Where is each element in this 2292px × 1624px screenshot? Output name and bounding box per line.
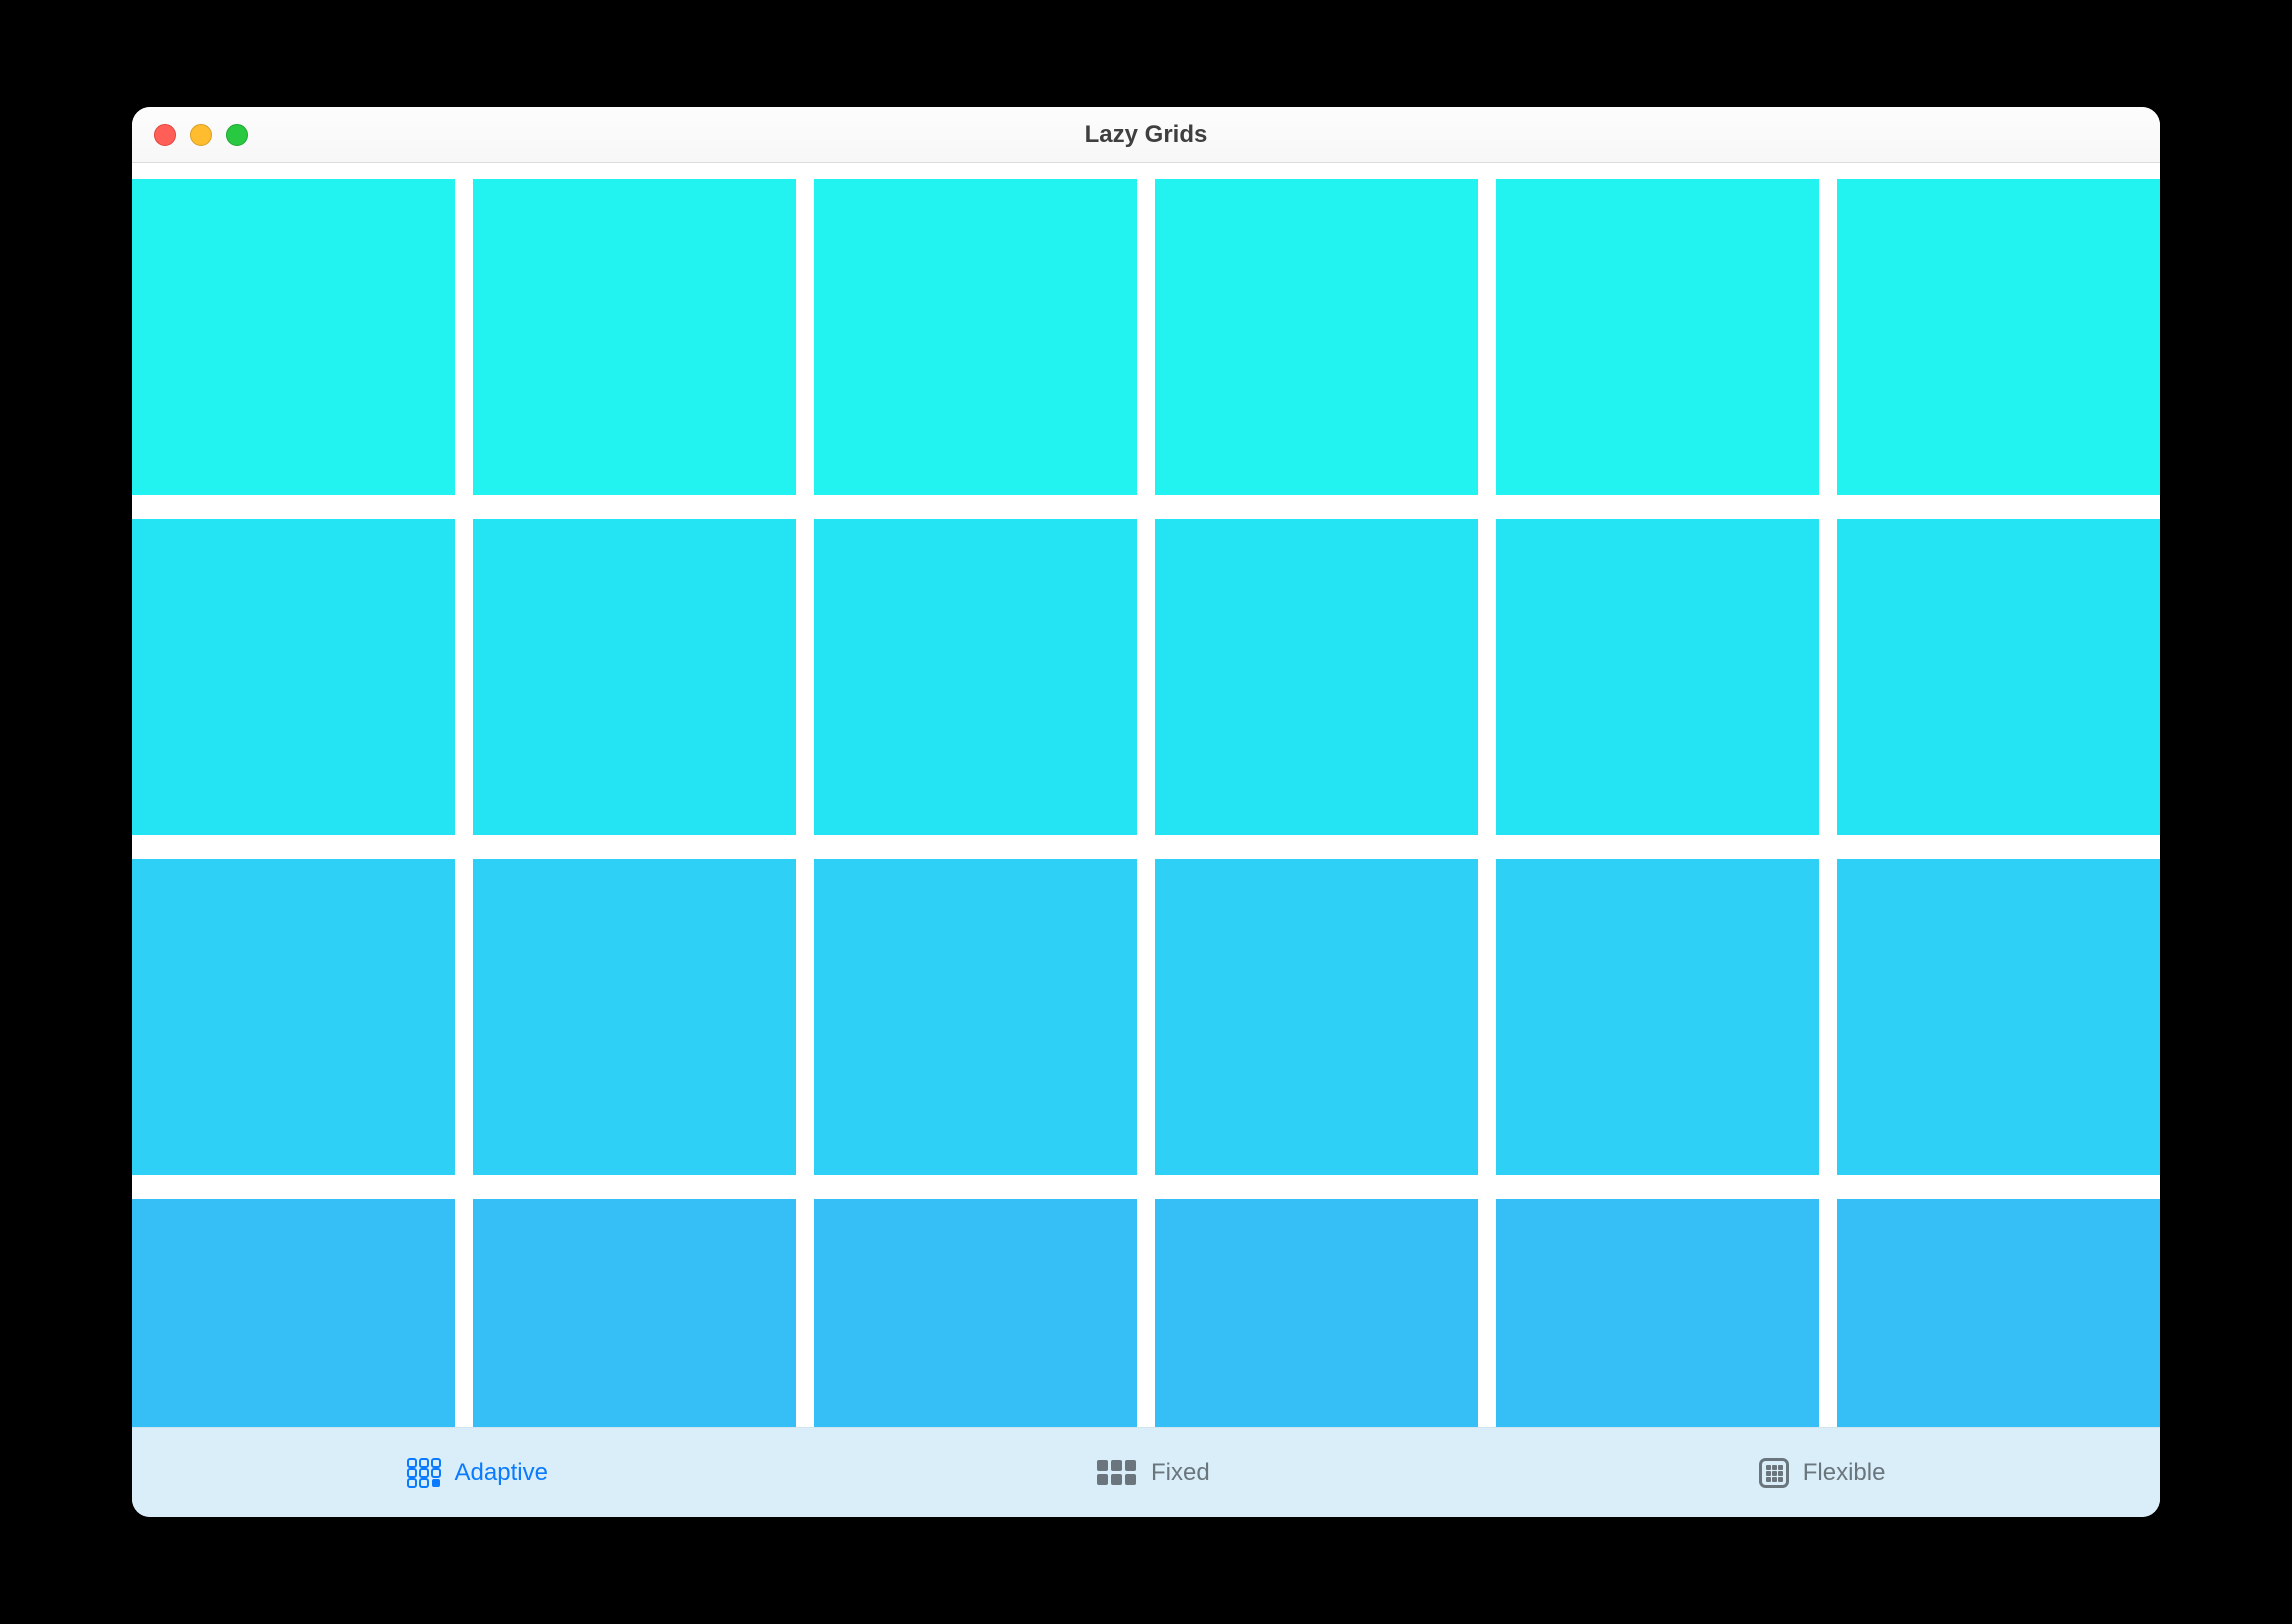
titlebar: Lazy Grids — [132, 107, 2160, 163]
grid-cell — [814, 1199, 1137, 1427]
grid-cell — [814, 179, 1137, 495]
grid-cell — [1496, 519, 1819, 835]
grid-cell — [1837, 519, 2160, 835]
grid-cell — [814, 859, 1137, 1175]
close-button[interactable] — [154, 124, 176, 146]
grid-cell — [132, 1199, 455, 1427]
grid-cell — [473, 179, 796, 495]
minimize-button[interactable] — [190, 124, 212, 146]
grid-adaptive-icon — [407, 1458, 441, 1488]
grid-cell — [132, 859, 455, 1175]
grid-fixed-icon — [1097, 1460, 1137, 1486]
grid-cell — [1837, 1199, 2160, 1427]
grid-cell — [1496, 1199, 1819, 1427]
app-window: Lazy Grids Adaptive — [132, 107, 2160, 1517]
tab-fixed[interactable]: Fixed — [1097, 1459, 1210, 1487]
tab-bar: Adaptive Fixed — [132, 1427, 2160, 1517]
grid-cell — [1155, 859, 1478, 1175]
grid-cell — [1496, 179, 1819, 495]
grid-cell — [814, 519, 1137, 835]
tab-adaptive[interactable]: Adaptive — [407, 1458, 548, 1488]
grid-cell — [132, 179, 455, 495]
grid-cell — [1837, 179, 2160, 495]
tab-fixed-label: Fixed — [1151, 1459, 1210, 1487]
content-scroll-area[interactable] — [132, 163, 2160, 1427]
grid-cell — [473, 1199, 796, 1427]
traffic-lights — [154, 124, 248, 146]
grid-cell — [1155, 1199, 1478, 1427]
tab-flexible[interactable]: Flexible — [1759, 1458, 1886, 1488]
grid-cell — [473, 519, 796, 835]
window-title: Lazy Grids — [1085, 121, 1208, 149]
lazy-grid — [132, 163, 2160, 1427]
grid-cell — [1155, 519, 1478, 835]
grid-flexible-icon — [1759, 1458, 1789, 1488]
grid-cell — [1837, 859, 2160, 1175]
tab-flexible-label: Flexible — [1803, 1459, 1886, 1487]
zoom-button[interactable] — [226, 124, 248, 146]
grid-cell — [1155, 179, 1478, 495]
grid-cell — [132, 519, 455, 835]
grid-cell — [473, 859, 796, 1175]
grid-cell — [1496, 859, 1819, 1175]
tab-adaptive-label: Adaptive — [455, 1459, 548, 1487]
